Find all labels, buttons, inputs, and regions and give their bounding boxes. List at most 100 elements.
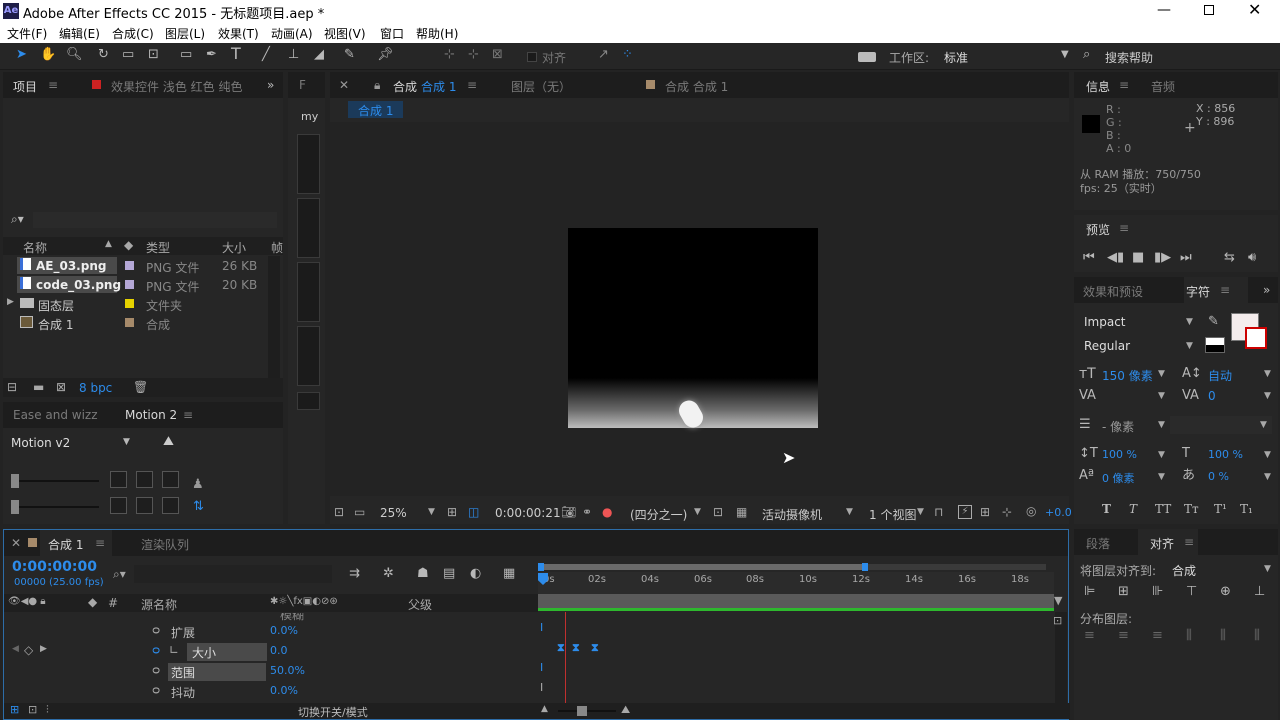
faux-bold-button[interactable]: T bbox=[1102, 502, 1111, 516]
comp-button-icon[interactable]: ⊡ bbox=[1053, 614, 1062, 627]
align-top-icon[interactable]: ⊤ bbox=[1186, 585, 1197, 598]
close-icon[interactable]: ✕ bbox=[1248, 2, 1261, 18]
vscale-chevron-icon[interactable]: ▼ bbox=[1158, 450, 1165, 460]
graph-editor-icon[interactable]: ▦ bbox=[503, 567, 515, 580]
bpc-button[interactable]: 8 bpc bbox=[79, 381, 112, 395]
snapshot-icon[interactable]: 📷︎ bbox=[561, 505, 576, 519]
tab-project[interactable]: 项目 bbox=[13, 78, 37, 95]
comp-marker-icon[interactable]: ▼ bbox=[1054, 594, 1062, 607]
column-type[interactable]: 类型 bbox=[146, 239, 170, 256]
exposure-value[interactable]: +0.0 bbox=[1045, 506, 1072, 519]
rectangle-tool-icon[interactable]: ▭ bbox=[180, 48, 192, 61]
baseline-shift-value[interactable]: 0 像素 bbox=[1102, 470, 1135, 486]
all-caps-button[interactable]: TT bbox=[1155, 502, 1171, 516]
column-frame[interactable]: 帧 bbox=[271, 239, 283, 256]
prev-keyframe-icon[interactable]: ◀ bbox=[12, 644, 19, 654]
search-help-input[interactable]: 搜索帮助 bbox=[1105, 49, 1153, 66]
add-keyframe-icon[interactable]: ◇ bbox=[24, 643, 33, 657]
anchor-top-right-button[interactable] bbox=[162, 471, 179, 488]
property-row-size[interactable]: ◀ ◇ ▶ ᴑ ∟ 大小 0.0 bbox=[4, 642, 538, 662]
info-tab-menu-icon[interactable]: ≡ bbox=[1119, 78, 1129, 92]
hand-tool-icon[interactable]: ✋ bbox=[40, 48, 56, 61]
camera-tool-icon[interactable]: ▭ bbox=[122, 48, 134, 61]
resolution-dropdown[interactable]: (四分之一) bbox=[630, 506, 687, 523]
composition-mini-flowchart-icon[interactable]: ⇉ bbox=[349, 567, 360, 580]
clone-stamp-tool-icon[interactable]: ⊥ bbox=[288, 48, 299, 61]
brush-tool-icon[interactable]: ╱ bbox=[262, 48, 270, 61]
anchor-left-button[interactable] bbox=[110, 497, 127, 514]
anchor-top-left-button[interactable] bbox=[110, 471, 127, 488]
frame-blending-icon[interactable]: ▤ bbox=[443, 567, 455, 580]
distribute-left-icon[interactable]: ⫼ bbox=[1186, 629, 1192, 642]
leading-value[interactable]: 自动 bbox=[1208, 367, 1232, 384]
work-area-range[interactable] bbox=[540, 564, 866, 570]
tab-render-queue[interactable]: 渲染队列 bbox=[141, 536, 189, 553]
tab-info[interactable]: 信息 bbox=[1086, 78, 1110, 95]
tab-effects-presets[interactable]: 效果和预设 bbox=[1083, 283, 1143, 300]
project-tab-menu-icon[interactable]: ≡ bbox=[48, 78, 58, 92]
menu-edit[interactable]: 编辑(E) bbox=[59, 25, 100, 42]
align-tab-menu-icon[interactable]: ≡ bbox=[1184, 535, 1194, 549]
black-white-swatch[interactable] bbox=[1205, 337, 1225, 353]
ruler-background[interactable] bbox=[538, 572, 1054, 594]
new-composition-icon[interactable]: ⊠ bbox=[56, 380, 66, 394]
baseline-chevron-icon[interactable]: ▼ bbox=[1158, 472, 1165, 482]
type-tool-icon[interactable]: T bbox=[231, 46, 241, 62]
kerning-chevron-icon[interactable]: ▼ bbox=[1158, 391, 1165, 401]
stop-icon[interactable]: ■ bbox=[1132, 251, 1144, 264]
tab-preview[interactable]: 预览 bbox=[1086, 221, 1110, 238]
rotate-tool-icon[interactable]: ↻ bbox=[98, 48, 109, 61]
stroke-color-swatch[interactable] bbox=[1245, 327, 1267, 349]
parent-column[interactable]: 父级 bbox=[408, 596, 432, 613]
font-size-value[interactable]: 150 像素 bbox=[1102, 367, 1153, 384]
shy-layers-icon[interactable]: ☗ bbox=[417, 567, 429, 580]
tab-paragraph[interactable]: 段落 bbox=[1086, 535, 1110, 552]
tab-layer[interactable]: 图层（无） bbox=[511, 78, 571, 95]
snap-checkbox[interactable] bbox=[527, 52, 537, 62]
expand-switches-icon[interactable]: ⊞ bbox=[10, 703, 19, 716]
swatch-slot[interactable] bbox=[297, 326, 320, 386]
breadcrumb[interactable]: 合成 1 bbox=[348, 101, 404, 118]
puppet-pin-tool-icon[interactable]: 📌︎ bbox=[377, 48, 394, 61]
superscript-button[interactable]: T¹ bbox=[1214, 502, 1227, 516]
horizontal-scale-value[interactable]: 100 % bbox=[1208, 448, 1243, 461]
camera-chevron-down-icon[interactable]: ▼ bbox=[846, 507, 853, 517]
lock-icon[interactable]: 🔒︎ bbox=[374, 78, 380, 93]
style-chevron-down-icon[interactable]: ▼ bbox=[1186, 341, 1193, 351]
subscript-button[interactable]: T₁ bbox=[1240, 502, 1253, 516]
swatch-slot[interactable] bbox=[297, 134, 320, 194]
last-frame-icon[interactable]: ⏭ bbox=[1180, 251, 1192, 264]
pan-behind-tool-icon[interactable]: ⊡ bbox=[148, 48, 159, 61]
tab-composition-label[interactable]: 合成 bbox=[393, 78, 417, 95]
zoom-chevron-down-icon[interactable]: ▼ bbox=[428, 507, 435, 517]
stroke-chevron-icon[interactable]: ▼ bbox=[1158, 420, 1165, 430]
zoom-in-icon[interactable]: ⛰︎ bbox=[621, 703, 630, 717]
mountain-icon[interactable]: ⛰︎ bbox=[163, 435, 174, 448]
local-axis-icon[interactable]: ⊹ bbox=[444, 48, 455, 61]
stopwatch-active-icon[interactable]: ᴑ bbox=[152, 643, 160, 657]
tab-effect-controls[interactable]: 效果控件 浅色 红色 纯色 bbox=[111, 78, 242, 95]
menu-effect[interactable]: 效果(T) bbox=[218, 25, 259, 42]
align-right-icon[interactable]: ⊪ bbox=[1152, 585, 1163, 598]
zoom-slider-handle[interactable] bbox=[577, 706, 587, 716]
current-time[interactable]: 0:00:00:21 bbox=[495, 506, 561, 520]
property-row-range[interactable]: ᴑ 范围 50.0% bbox=[4, 662, 538, 682]
hscale-chevron-icon[interactable]: ▼ bbox=[1264, 450, 1271, 460]
property-value[interactable]: 0.0% bbox=[270, 684, 298, 697]
menu-file[interactable]: 文件(F) bbox=[7, 25, 47, 42]
flowchart-icon[interactable]: ⊹ bbox=[1002, 505, 1012, 519]
viewer-canvas[interactable]: ➤ bbox=[330, 122, 1069, 496]
character-tab-menu-icon[interactable]: ≡ bbox=[1220, 283, 1230, 297]
work-area-start-handle[interactable] bbox=[538, 563, 544, 571]
motion-slider-1[interactable] bbox=[11, 480, 99, 482]
new-folder-icon[interactable]: ▬ bbox=[33, 380, 44, 394]
panel-overflow-icon[interactable]: » bbox=[1263, 283, 1270, 297]
anchor-top-button[interactable] bbox=[136, 471, 153, 488]
next-frame-icon[interactable]: ▮▶ bbox=[1154, 251, 1171, 264]
tab-timeline-comp[interactable]: 合成 1 bbox=[48, 536, 83, 553]
slider-handle[interactable] bbox=[11, 500, 19, 514]
display-icon[interactable]: ▭ bbox=[354, 505, 365, 519]
swatch-slot[interactable] bbox=[297, 198, 320, 258]
restore-icon[interactable] bbox=[1204, 5, 1214, 15]
close-tab-icon[interactable]: ✕ bbox=[339, 78, 349, 92]
